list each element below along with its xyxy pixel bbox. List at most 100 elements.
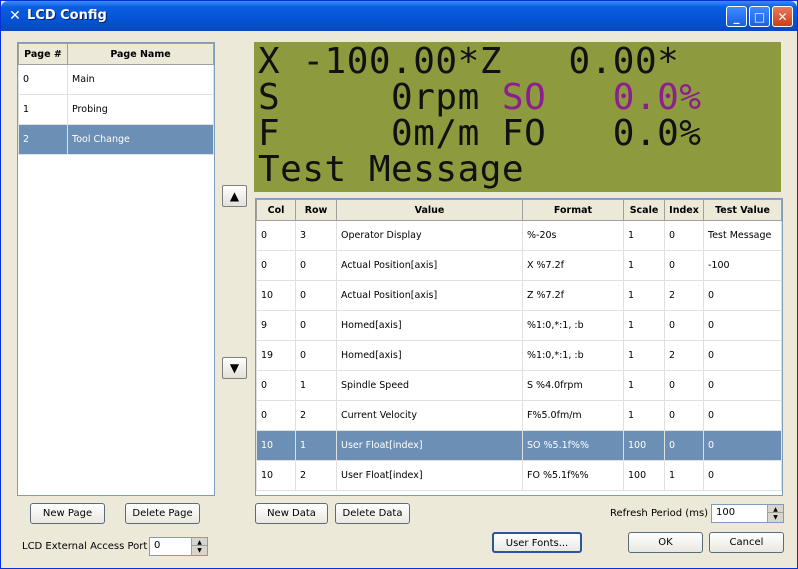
value-cell[interactable]: Current Velocity (336, 400, 523, 431)
index-cell[interactable]: 1 (664, 460, 704, 491)
page-name-cell[interactable]: Tool Change (67, 124, 214, 155)
index-cell[interactable]: 0 (664, 370, 704, 401)
col-cell[interactable]: 0 (256, 220, 296, 251)
maximize-button[interactable]: □ (749, 6, 770, 27)
page-list[interactable]: Page # Page Name 0 Main 1 Probing 2 Tool Chan… (17, 42, 215, 496)
row-cell[interactable]: 0 (295, 280, 337, 311)
row-cell[interactable]: 0 (295, 250, 337, 281)
index-cell[interactable]: 2 (664, 280, 704, 311)
page-number-header[interactable]: Page # (18, 43, 68, 65)
value-cell[interactable]: Spindle Speed (336, 370, 523, 401)
external-port-spinbox[interactable]: 0 ▲ ▼ (149, 537, 208, 556)
value-cell[interactable]: Homed[axis] (336, 340, 523, 371)
value-cell[interactable]: Homed[axis] (336, 310, 523, 341)
spin-down-icon[interactable]: ▼ (191, 545, 207, 555)
data-row[interactable]: 10 2 User Float[index] FO %5.1f%% 100 1 0 (256, 460, 782, 491)
page-row[interactable]: 0 Main (18, 64, 214, 95)
value-header[interactable]: Value (336, 199, 523, 221)
scale-cell[interactable]: 1 (623, 340, 665, 371)
test-cell[interactable]: -100 (703, 250, 782, 281)
user-fonts-button[interactable]: User Fonts... (492, 532, 582, 553)
page-row[interactable]: 2 Tool Change (18, 124, 214, 155)
col-cell[interactable]: 0 (256, 250, 296, 281)
format-cell[interactable]: %-20s (522, 220, 624, 251)
test-cell[interactable]: 0 (703, 400, 782, 431)
format-cell[interactable]: %1:0,*:1, :b (522, 340, 624, 371)
page-number-cell[interactable]: 1 (18, 94, 68, 125)
row-cell[interactable]: 1 (295, 370, 337, 401)
col-cell[interactable]: 10 (256, 430, 296, 461)
data-row[interactable]: 0 1 Spindle Speed S %4.0frpm 1 0 0 (256, 370, 782, 401)
row-cell[interactable]: 2 (295, 400, 337, 431)
page-number-cell[interactable]: 2 (18, 124, 68, 155)
refresh-period-spinbox[interactable]: 100 ▲ ▼ (711, 504, 784, 523)
format-cell[interactable]: S %4.0frpm (522, 370, 624, 401)
ok-button[interactable]: OK (628, 532, 703, 553)
scale-cell[interactable]: 100 (623, 430, 665, 461)
minimize-button[interactable]: _ (726, 6, 747, 27)
col-cell[interactable]: 10 (256, 280, 296, 311)
value-cell[interactable]: Operator Display (336, 220, 523, 251)
delete-page-button[interactable]: Delete Page (125, 503, 200, 524)
data-row[interactable]: 9 0 Homed[axis] %1:0,*:1, :b 1 0 0 (256, 310, 782, 341)
col-cell[interactable]: 0 (256, 400, 296, 431)
index-cell[interactable]: 0 (664, 400, 704, 431)
data-row[interactable]: 10 1 User Float[index] SO %5.1f%% 100 0 0 (256, 430, 782, 461)
scale-cell[interactable]: 1 (623, 310, 665, 341)
data-row[interactable]: 10 0 Actual Position[axis] Z %7.2f 1 2 0 (256, 280, 782, 311)
format-cell[interactable]: X %7.2f (522, 250, 624, 281)
index-cell[interactable]: 0 (664, 430, 704, 461)
value-cell[interactable]: Actual Position[axis] (336, 280, 523, 311)
format-cell[interactable]: %1:0,*:1, :b (522, 310, 624, 341)
col-cell[interactable]: 10 (256, 460, 296, 491)
page-name-cell[interactable]: Main (67, 64, 214, 95)
format-header[interactable]: Format (522, 199, 624, 221)
test-cell[interactable]: Test Message (703, 220, 782, 251)
format-cell[interactable]: SO %5.1f%% (522, 430, 624, 461)
col-cell[interactable]: 9 (256, 310, 296, 341)
scale-cell[interactable]: 100 (623, 460, 665, 491)
index-cell[interactable]: 0 (664, 220, 704, 251)
delete-data-button[interactable]: Delete Data (335, 503, 410, 524)
move-up-button[interactable]: ▲ (222, 185, 247, 207)
test-cell[interactable]: 0 (703, 370, 782, 401)
test-cell[interactable]: 0 (703, 340, 782, 371)
value-cell[interactable]: Actual Position[axis] (336, 250, 523, 281)
data-row[interactable]: 0 2 Current Velocity F%5.0fm/m 1 0 0 (256, 400, 782, 431)
index-cell[interactable]: 0 (664, 310, 704, 341)
spin-down-icon[interactable]: ▼ (767, 512, 783, 522)
scale-header[interactable]: Scale (623, 199, 665, 221)
data-table[interactable]: Col Row Value Format Scale Index Test Va… (255, 198, 783, 496)
new-data-button[interactable]: New Data (255, 503, 328, 524)
scale-cell[interactable]: 1 (623, 370, 665, 401)
page-row[interactable]: 1 Probing (18, 94, 214, 125)
close-button[interactable]: ✕ (772, 6, 793, 27)
col-cell[interactable]: 19 (256, 340, 296, 371)
row-cell[interactable]: 3 (295, 220, 337, 251)
test-cell[interactable]: 0 (703, 280, 782, 311)
index-header[interactable]: Index (664, 199, 704, 221)
scale-cell[interactable]: 1 (623, 220, 665, 251)
col-cell[interactable]: 0 (256, 370, 296, 401)
row-cell[interactable]: 0 (295, 310, 337, 341)
scale-cell[interactable]: 1 (623, 400, 665, 431)
test-cell[interactable]: 0 (703, 310, 782, 341)
cancel-button[interactable]: Cancel (709, 532, 784, 553)
format-cell[interactable]: Z %7.2f (522, 280, 624, 311)
index-cell[interactable]: 2 (664, 340, 704, 371)
value-cell[interactable]: User Float[index] (336, 430, 523, 461)
scale-cell[interactable]: 1 (623, 280, 665, 311)
format-cell[interactable]: F%5.0fm/m (522, 400, 624, 431)
page-name-header[interactable]: Page Name (67, 43, 214, 65)
format-cell[interactable]: FO %5.1f%% (522, 460, 624, 491)
test-cell[interactable]: 0 (703, 460, 782, 491)
data-row[interactable]: 19 0 Homed[axis] %1:0,*:1, :b 1 2 0 (256, 340, 782, 371)
scale-cell[interactable]: 1 (623, 250, 665, 281)
test-value-header[interactable]: Test Value (703, 199, 782, 221)
external-port-value[interactable]: 0 (154, 540, 160, 551)
index-cell[interactable]: 0 (664, 250, 704, 281)
test-cell[interactable]: 0 (703, 430, 782, 461)
data-row[interactable]: 0 3 Operator Display %-20s 1 0 Test Message (256, 220, 782, 251)
new-page-button[interactable]: New Page (30, 503, 105, 524)
row-cell[interactable]: 1 (295, 430, 337, 461)
